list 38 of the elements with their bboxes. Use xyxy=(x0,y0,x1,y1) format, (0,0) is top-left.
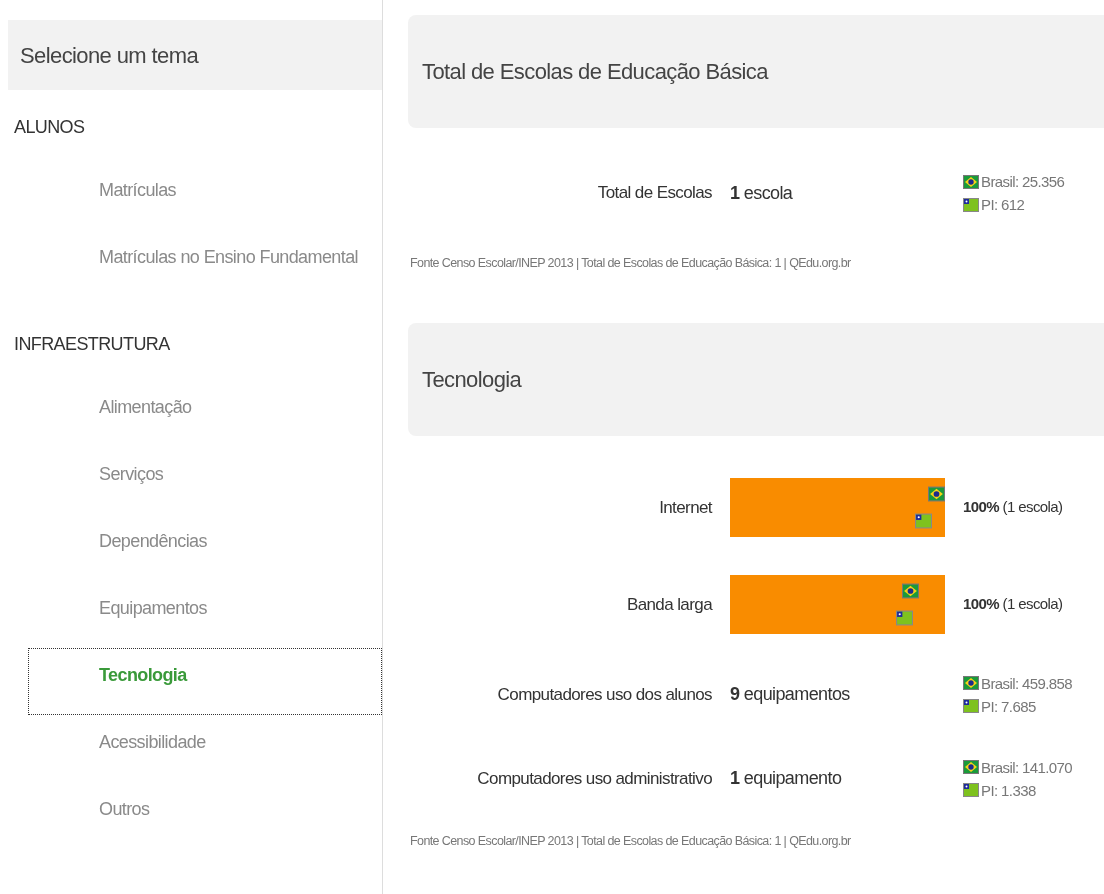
row-label: Computadores uso administrativo xyxy=(476,768,712,790)
sidebar-link[interactable]: Matrículas xyxy=(28,163,382,230)
group-heading: ALUNOS xyxy=(13,116,86,139)
sidebar-link[interactable]: Serviços xyxy=(28,447,382,514)
comparison-text: PI: 7.685 xyxy=(981,696,1036,717)
comparison-text: Brasil: 141.070 xyxy=(981,757,1073,778)
sidebar-link[interactable]: Equipamentos xyxy=(28,581,382,648)
sidebar-title: Selecione um tema xyxy=(8,20,382,90)
comparison-text: Brasil: 25.356 xyxy=(981,172,1065,192)
sidebar-link[interactable]: Dependências xyxy=(28,514,382,581)
flag-icon xyxy=(963,197,979,212)
stat-value: 1 escola xyxy=(730,181,794,205)
sidebar-link[interactable]: Acessibilidade xyxy=(28,715,382,782)
sidebar-link[interactable]: Tecnologia xyxy=(28,648,382,715)
section-title: Total de Escolas de Educação Básica xyxy=(408,15,1104,128)
flag-icon xyxy=(963,699,979,714)
flag-icon xyxy=(963,174,979,189)
comparison-text: Brasil: 459.858 xyxy=(981,673,1073,694)
flag-icon xyxy=(963,783,979,798)
section-title: Tecnologia xyxy=(408,322,1104,436)
stat-value: 1 equipamento xyxy=(730,767,843,791)
sidebar-link[interactable]: Outros xyxy=(28,782,382,849)
sidebar-link[interactable]: Alimentação xyxy=(28,380,382,447)
percent-reading: 100% (1 escola) xyxy=(963,497,1064,517)
row-label: Computadores uso dos alunos xyxy=(496,684,712,706)
row-label: Total de Escolas xyxy=(596,182,712,205)
percent-reading: 100% (1 escola) xyxy=(963,594,1064,614)
comparison-text: PI: 612 xyxy=(981,195,1025,215)
stat-value: 9 equipamentos xyxy=(730,683,851,707)
flag-icon xyxy=(963,760,979,775)
group-heading: INFRAESTRUTURA xyxy=(13,333,171,356)
flag-icon xyxy=(963,676,979,691)
sidebar-link[interactable]: Matrículas no Ensino Fundamental xyxy=(28,230,382,297)
row-label: Internet xyxy=(658,496,712,519)
source-note: Fonte Censo Escolar/INEP 2013 | Total de Escolas de Educação Básica: 1 | QEdu.org.br xyxy=(410,832,852,850)
source-note: Fonte Censo Escolar/INEP 2013 | Total de Escolas de Educação Básica: 1 | QEdu.org.br xyxy=(410,255,852,272)
comparison-text: PI: 1.338 xyxy=(981,780,1036,801)
row-label: Banda larga xyxy=(625,593,712,616)
